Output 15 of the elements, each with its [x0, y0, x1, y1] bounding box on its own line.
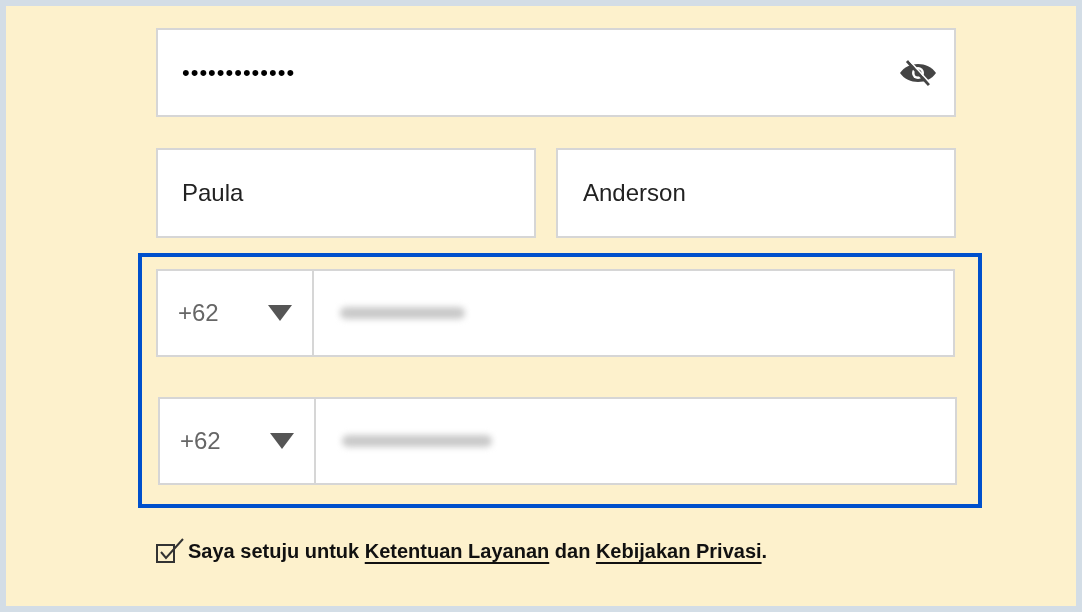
password-field[interactable]: ••••••••••••• — [156, 28, 956, 117]
dropdown-triangle-icon — [270, 433, 294, 449]
first-name-field[interactable]: Paula — [156, 148, 536, 238]
agreement-text: Saya setuju untuk Ketentuan Layanan dan Kebijakan Privasi. — [188, 539, 768, 564]
dropdown-triangle-icon — [268, 305, 292, 321]
last-name-field[interactable]: Anderson — [556, 148, 956, 238]
country-code-select[interactable]: +62 — [160, 399, 316, 483]
terms-link[interactable]: Kebijakan Privasi — [595, 540, 762, 562]
phone-field[interactable]: +62 — [158, 397, 957, 485]
password-value: ••••••••••••• — [182, 59, 296, 87]
country-code-select[interactable]: +62 — [158, 271, 314, 355]
phone-field[interactable]: +62 — [156, 269, 955, 357]
checkbox[interactable] — [156, 538, 184, 564]
terms-link[interactable]: Ketentuan Layanan — [364, 540, 550, 562]
eye-off-icon[interactable] — [898, 58, 938, 87]
